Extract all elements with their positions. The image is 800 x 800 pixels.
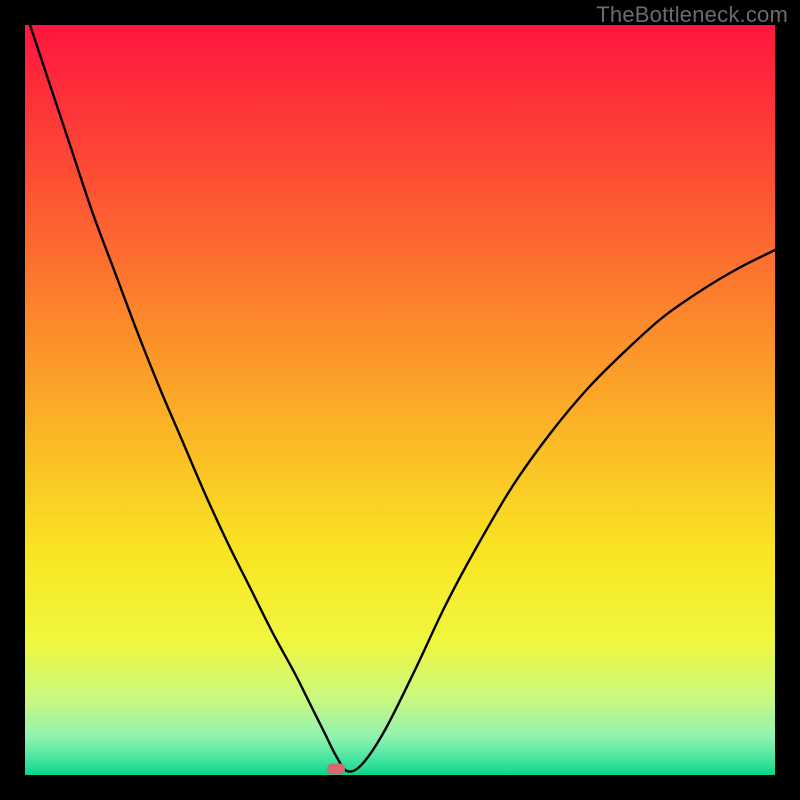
chart-frame: TheBottleneck.com	[0, 0, 800, 800]
bottleneck-curve	[25, 25, 775, 775]
watermark-text: TheBottleneck.com	[596, 2, 788, 28]
plot-area	[25, 25, 775, 775]
optimal-point-marker	[327, 764, 345, 775]
